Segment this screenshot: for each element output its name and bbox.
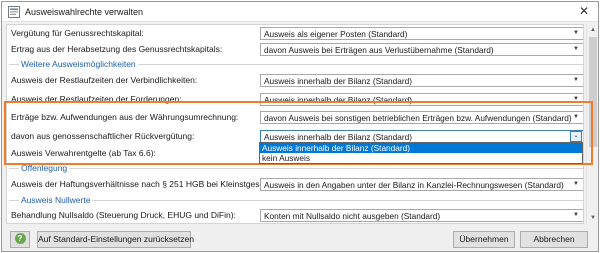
setting-label: Ausweis der Haftungsverhältnisse nach § … [11, 179, 303, 189]
setting-label: Vergütung für Genussrechtskapital: [11, 28, 144, 38]
help-icon: ? [14, 233, 26, 245]
setting-combobox[interactable]: Konten mit Nullsaldo nicht ausgeben (Sta… [260, 209, 583, 222]
section-nullwerte: Ausweis Nullwerte [7, 195, 583, 206]
setting-label: Ertrag aus der Herabsetzung des Genussre… [11, 44, 223, 54]
chevron-down-icon[interactable]: ▼ [570, 179, 582, 190]
setting-combobox[interactable]: Ausweis als eigener Posten (Standard) ▼ [260, 27, 583, 40]
reset-defaults-button[interactable]: Auf Standard-Einstellungen zurücksetzen [37, 231, 194, 248]
apply-button[interactable]: Übernehmen [453, 231, 515, 248]
setting-row: Ausweis der Haftungsverhältnisse nach § … [7, 178, 583, 192]
app-icon [8, 6, 20, 18]
chevron-down-icon[interactable]: ▼ [570, 44, 582, 55]
dropdown-option[interactable]: kein Ausweis [260, 153, 582, 163]
window-title: Ausweiswahlrechte verwalten [25, 7, 144, 17]
scroll-up-icon[interactable]: ▲ [587, 24, 599, 36]
setting-row: Behandlung Nullsaldo (Steuerung Druck, E… [7, 209, 583, 223]
combo-value: Ausweis in den Angaben unter der Bilanz … [264, 180, 564, 190]
setting-combobox[interactable]: Ausweis in den Angaben unter der Bilanz … [260, 178, 583, 191]
setting-row: Ertrag aus der Herabsetzung des Genussre… [7, 43, 583, 57]
scroll-down-icon[interactable]: ▼ [587, 212, 599, 224]
combo-value: Ausweis als eigener Posten (Standard) [264, 29, 408, 39]
setting-label: Ausweis der Restlaufzeiten der Verbindli… [11, 75, 198, 85]
title-bar: Ausweiswahlrechte verwalten ✕ [2, 2, 598, 22]
button-bar: ? Auf Standard-Einstellungen zurücksetze… [2, 227, 598, 251]
combo-value: Konten mit Nullsaldo nicht ausgeben (Sta… [264, 211, 441, 221]
close-icon[interactable]: ✕ [576, 4, 592, 20]
section-weitere: Weitere Ausweismöglichkeiten [7, 59, 583, 70]
combo-value: davon Ausweis bei Erträgen aus Verlustüb… [264, 45, 494, 55]
section-divider [9, 168, 583, 169]
help-button[interactable]: ? [10, 231, 30, 248]
combo-value: Ausweis innerhalb der Bilanz (Standard) [264, 76, 413, 86]
dropdown-list[interactable]: Ausweis innerhalb der Bilanz (Standard) … [259, 142, 583, 164]
setting-combobox[interactable]: davon Ausweis bei Erträgen aus Verlustüb… [260, 43, 583, 56]
section-title: Ausweis Nullwerte [19, 195, 93, 206]
dropdown-option-selected[interactable]: Ausweis innerhalb der Bilanz (Standard) [260, 143, 582, 153]
dialog-window: Ausweiswahlrechte verwalten ✕ Vergütung … [1, 1, 599, 252]
chevron-down-icon[interactable]: ▼ [570, 28, 582, 39]
setting-label: Behandlung Nullsaldo (Steuerung Druck, E… [11, 210, 236, 220]
cancel-button[interactable]: Abbrechen [520, 231, 588, 248]
section-divider [9, 200, 583, 201]
setting-row: Ausweis der Restlaufzeiten der Verbindli… [7, 74, 583, 88]
setting-combobox[interactable]: Ausweis innerhalb der Bilanz (Standard) … [260, 74, 583, 87]
chevron-down-icon[interactable]: ▼ [570, 75, 582, 86]
setting-row: Vergütung für Genussrechtskapital: Auswe… [7, 27, 583, 41]
section-title: Weitere Ausweismöglichkeiten [19, 59, 138, 70]
chevron-down-icon[interactable]: ▼ [570, 210, 582, 221]
